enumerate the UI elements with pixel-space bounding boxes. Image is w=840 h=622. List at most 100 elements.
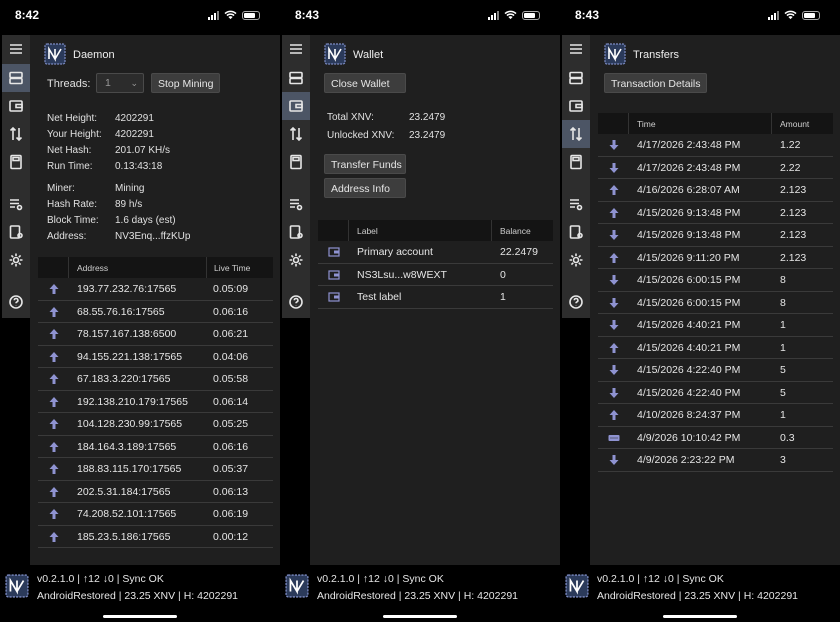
server-icon[interactable] (562, 64, 590, 92)
table-row[interactable]: 4/15/2026 9:13:48 PM 2.123 (598, 202, 833, 224)
wallet-icon[interactable] (562, 92, 590, 120)
help-icon[interactable] (562, 288, 590, 316)
transfer-arrows-icon[interactable] (562, 120, 590, 148)
table-row[interactable]: 104.128.230.99:17565 0.05:25 (38, 413, 273, 436)
table-row[interactable]: Primary account 22.2479 (318, 241, 553, 264)
close-wallet-button[interactable]: Close Wallet (324, 73, 406, 93)
arrow-down-icon (608, 229, 620, 241)
gear-icon[interactable] (562, 246, 590, 274)
address-info-button[interactable]: Address Info (324, 178, 406, 198)
table-row[interactable]: 67.183.3.220:17565 0.05:58 (38, 368, 273, 391)
threads-value: 1 (105, 77, 111, 89)
version-sync-status: v0.2.1.0 | ↑12 ↓0 | Sync OK (37, 573, 164, 585)
transfer-arrows-icon[interactable] (282, 120, 310, 148)
transaction-details-button[interactable]: Transaction Details (604, 73, 708, 93)
net-hash-label: Net Hash: (47, 145, 92, 156)
table-row[interactable]: NS3Lsu...w8WEXT 0 (318, 264, 553, 286)
sign-icon[interactable] (282, 218, 310, 246)
server-icon[interactable] (2, 64, 30, 92)
sign-icon[interactable] (2, 218, 30, 246)
table-row[interactable]: 188.83.115.170:17565 0.05:37 (38, 458, 273, 481)
arrow-up-icon (48, 531, 60, 543)
arrow-down-icon (608, 274, 620, 286)
footer: v0.2.1.0 | ↑12 ↓0 | Sync OK AndroidResto… (0, 570, 280, 606)
wallet-icon[interactable] (282, 92, 310, 120)
peer-address: 104.128.230.99:17565 (77, 418, 183, 430)
version-sync-status: v0.2.1.0 | ↑12 ↓0 | Sync OK (317, 573, 444, 585)
table-row[interactable]: 4/10/2026 8:24:37 PM 1 (598, 404, 833, 427)
table-row[interactable]: 4/15/2026 9:11:20 PM 2.123 (598, 247, 833, 269)
sign-icon[interactable] (562, 218, 590, 246)
help-icon[interactable] (2, 288, 30, 316)
table-row[interactable]: 4/17/2026 2:43:48 PM 2.22 (598, 157, 833, 179)
table-row[interactable]: 74.208.52.101:17565 0.06:19 (38, 503, 273, 526)
table-row[interactable]: 4/15/2026 4:22:40 PM 5 (598, 382, 833, 404)
table-row[interactable]: Test label 1 (318, 286, 553, 309)
table-row[interactable]: 68.55.76.16:17565 0.06:16 (38, 301, 273, 323)
home-indicator[interactable] (383, 615, 457, 618)
table-row[interactable]: 4/9/2026 10:10:42 PM 0.3 (598, 427, 833, 449)
accounts-table: Label Balance Primary account 22.2479 NS3L… (318, 220, 553, 309)
battery-icon (522, 10, 540, 20)
table-row[interactable]: 185.23.5.186:17565 0.00:12 (38, 526, 273, 548)
gear-icon[interactable] (2, 246, 30, 274)
block-time-value: 1.6 days (est) (115, 215, 176, 226)
gear-icon[interactable] (282, 246, 310, 274)
table-row[interactable]: 4/15/2026 9:13:48 PM 2.123 (598, 224, 833, 247)
transfer-time: 4/15/2026 9:13:48 PM (637, 229, 741, 241)
table-row[interactable]: 94.155.221.138:17565 0.04:06 (38, 346, 273, 368)
peer-live-time: 0.06:16 (213, 305, 249, 318)
arrow-down-icon (608, 162, 620, 174)
peer-address: 78.157.167.138:6500 (77, 328, 177, 340)
settings-list-icon[interactable] (282, 190, 310, 218)
server-icon[interactable] (282, 64, 310, 92)
table-row[interactable]: 192.138.210.179:17565 0.06:14 (38, 391, 273, 413)
arrow-down-icon (608, 387, 620, 399)
table-row[interactable]: 193.77.232.76:17565 0.05:09 (38, 278, 273, 301)
arrow-down-icon (608, 319, 620, 331)
table-row[interactable]: 4/9/2026 2:23:22 PM 3 (598, 449, 833, 472)
calculator-icon[interactable] (2, 148, 30, 176)
table-row[interactable]: 4/17/2026 2:43:48 PM 1.22 (598, 134, 833, 157)
settings-list-icon[interactable] (2, 190, 30, 218)
account-balance: 1 (500, 291, 506, 303)
table-row[interactable]: 4/16/2026 6:28:07 AM 2.123 (598, 179, 833, 202)
signal-icon (208, 10, 219, 20)
transfer-funds-button[interactable]: Transfer Funds (324, 154, 406, 174)
wallet-status: AndroidRestored | 23.25 XNV | H: 4202291 (597, 590, 798, 602)
app-logo-icon (44, 43, 66, 65)
table-row[interactable]: 184.164.3.189:17565 0.06:16 (38, 436, 273, 458)
menu-icon[interactable] (2, 35, 30, 63)
page-title: Transfers (633, 49, 680, 61)
menu-icon[interactable] (282, 35, 310, 63)
peer-address: 74.208.52.101:17565 (77, 508, 177, 520)
table-row[interactable]: 4/15/2026 6:00:15 PM 8 (598, 269, 833, 292)
calculator-icon[interactable] (562, 148, 590, 176)
table-row[interactable]: 4/15/2026 4:22:40 PM 5 (598, 359, 833, 382)
settings-list-icon[interactable] (562, 190, 590, 218)
home-indicator[interactable] (663, 615, 737, 618)
wallet-screen: 8:43 Wallet Close Wallet Total XNV: 23.2… (280, 0, 560, 622)
transfer-arrows-icon[interactable] (2, 120, 30, 148)
calculator-icon[interactable] (282, 148, 310, 176)
help-icon[interactable] (282, 288, 310, 316)
arrow-down-icon (608, 139, 620, 151)
menu-icon[interactable] (562, 35, 590, 63)
transfer-amount: 5 (780, 386, 786, 399)
column-header-live-time: Live Time (214, 263, 251, 273)
table-row[interactable]: 4/15/2026 4:40:21 PM 1 (598, 337, 833, 359)
table-row[interactable]: 4/15/2026 4:40:21 PM 1 (598, 314, 833, 337)
table-row[interactable]: 202.5.31.184:17565 0.06:13 (38, 481, 273, 503)
transfer-amount: 0.3 (780, 431, 795, 444)
threads-select[interactable]: 1 ⌄ (96, 73, 144, 93)
status-bar: 8:43 (280, 0, 560, 30)
table-row[interactable]: 78.157.167.138:6500 0.06:21 (38, 323, 273, 346)
wallet-icon[interactable] (2, 92, 30, 120)
home-indicator[interactable] (103, 615, 177, 618)
table-row[interactable]: 4/15/2026 6:00:15 PM 8 (598, 292, 833, 314)
stop-mining-button[interactable]: Stop Mining (151, 73, 221, 93)
arrow-up-icon (48, 463, 60, 475)
wifi-icon (224, 10, 237, 20)
arrow-up-icon (608, 207, 620, 219)
arrow-up-icon (48, 486, 60, 498)
